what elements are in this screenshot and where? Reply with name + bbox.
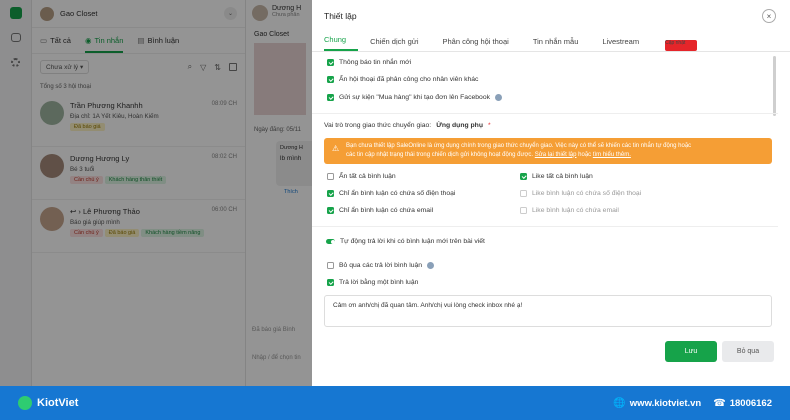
- checkbox[interactable]: [327, 262, 334, 269]
- website-link[interactable]: www.kiotviet.vn: [630, 398, 701, 409]
- checkbox[interactable]: [327, 173, 334, 180]
- info-icon[interactable]: [495, 94, 503, 101]
- skip-replied-option[interactable]: Bỏ qua các trả lời bình luận: [327, 262, 435, 269]
- checkbox[interactable]: [327, 76, 334, 83]
- save-button[interactable]: Lưu: [665, 341, 717, 362]
- cancel-button[interactable]: Bỏ qua: [722, 341, 774, 362]
- checkbox[interactable]: [327, 59, 334, 66]
- checkbox[interactable]: [327, 279, 334, 286]
- settings-title: Thiết lập: [324, 11, 357, 21]
- modal-backdrop[interactable]: [0, 0, 312, 386]
- tab-campaign[interactable]: Chiến dịch gửi: [370, 37, 430, 51]
- reply-message-textarea[interactable]: Cảm ơn anh/chị đã quan tâm. Anh/chị vui …: [324, 295, 772, 327]
- notify-new-message-option[interactable]: Thông báo tin nhắn mới: [327, 59, 411, 66]
- like-all-comments-option[interactable]: Like tất cả bình luận: [520, 173, 593, 180]
- settings-tabs: Chung Chiến dịch gửi Phân công hội thoại…: [312, 32, 790, 52]
- phone-icon: ☎: [713, 397, 726, 409]
- checkbox[interactable]: [327, 207, 334, 214]
- close-icon[interactable]: ×: [762, 9, 776, 23]
- scrollbar[interactable]: [773, 56, 776, 116]
- hide-phone-comments-option[interactable]: Chỉ ẩn bình luận có chứa số điện thoại: [327, 190, 455, 197]
- checkbox: [520, 207, 527, 214]
- tab-livestream[interactable]: Livestream Cập nhật: [602, 37, 721, 51]
- tab-general[interactable]: Chung: [324, 35, 359, 51]
- kiotviet-logo-icon: [18, 396, 32, 410]
- checkbox: [520, 190, 527, 197]
- brand-name: KiotViet: [37, 397, 79, 409]
- learn-more-link[interactable]: tìm hiểu thêm.: [593, 152, 631, 158]
- checkbox[interactable]: [327, 190, 334, 197]
- like-phone-comments-option: Like bình luận có chứa số điện thoại: [520, 190, 641, 197]
- auto-reply-option[interactable]: Tự động trả lời khi có bình luận mới trê…: [326, 238, 485, 245]
- hotline: 18006162: [729, 397, 772, 409]
- warning-banner: ⚠ Bạn chưa thiết lập SaleOnline là ứng d…: [324, 138, 772, 164]
- purchase-event-option[interactable]: Gửi sự kiện "Mua hàng" khi tạo đơn lên F…: [327, 94, 503, 101]
- auto-reply-toggle[interactable]: [326, 239, 335, 244]
- tab-assignment[interactable]: Phân công hội thoại: [443, 37, 521, 51]
- handover-role-field: Vai trò trong giao thức chuyển giao: Ứng…: [324, 122, 491, 129]
- divider: [312, 226, 778, 227]
- hide-assigned-option[interactable]: Ẩn hội thoại đã phân công cho nhân viên …: [327, 76, 478, 83]
- handover-role-value[interactable]: Ứng dụng phụ: [436, 122, 483, 129]
- checkbox[interactable]: [520, 173, 527, 180]
- reply-one-comment-option[interactable]: Trả lời bằng một bình luận: [327, 279, 418, 286]
- hide-email-comments-option[interactable]: Chỉ ẩn bình luận có chứa email: [327, 207, 433, 214]
- like-email-comments-option: Like bình luận có chứa email: [520, 207, 619, 214]
- warning-icon: ⚠: [332, 144, 340, 153]
- tab-templates[interactable]: Tin nhắn mẫu: [533, 37, 591, 51]
- brand-footer: KiotViet 🌐 www.kiotviet.vn ☎ 18006162: [0, 386, 790, 420]
- divider: [312, 113, 778, 114]
- info-icon[interactable]: [427, 262, 435, 269]
- update-badge: Cập nhật: [665, 40, 698, 51]
- globe-icon: 🌐: [613, 397, 626, 409]
- settings-header: Thiết lập ×: [312, 0, 790, 32]
- hide-all-comments-option[interactable]: Ẩn tất cả bình luận: [327, 173, 396, 180]
- edit-settings-link[interactable]: Sửa lại thiết lập: [535, 152, 577, 158]
- checkbox[interactable]: [327, 94, 334, 101]
